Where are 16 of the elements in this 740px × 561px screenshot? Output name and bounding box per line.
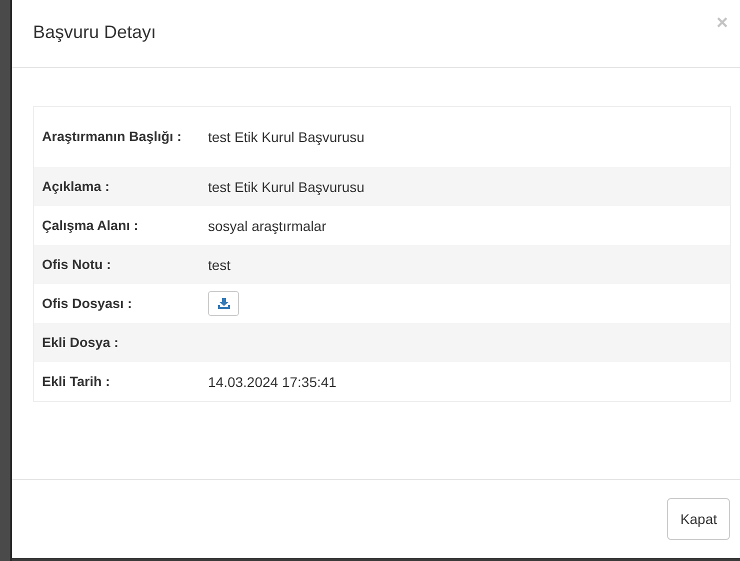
field-label: Açıklama :: [42, 178, 110, 194]
field-label: Ofis Dosyası :: [42, 296, 132, 310]
field-label: Ekli Dosya :: [42, 334, 119, 350]
field-value: test Etik Kurul Başvurusu: [208, 178, 364, 194]
field-value: 14.03.2024 17:35:41: [208, 374, 336, 390]
field-label: Ofis Notu :: [42, 256, 111, 272]
download-button[interactable]: [208, 291, 239, 316]
field-value: test: [208, 256, 231, 272]
field-label: Araştırmanın Başlığı :: [42, 129, 182, 144]
field-value: test Etik Kurul Başvurusu: [208, 129, 364, 145]
modal-title: Başvuru Detayı: [33, 22, 156, 43]
download-icon: [218, 298, 230, 309]
field-label: Çalışma Alanı :: [42, 218, 138, 232]
field-label: Ekli Tarih :: [42, 374, 110, 388]
close-button[interactable]: Kapat: [667, 498, 730, 540]
field-value: sosyal araştırmalar: [208, 218, 326, 234]
